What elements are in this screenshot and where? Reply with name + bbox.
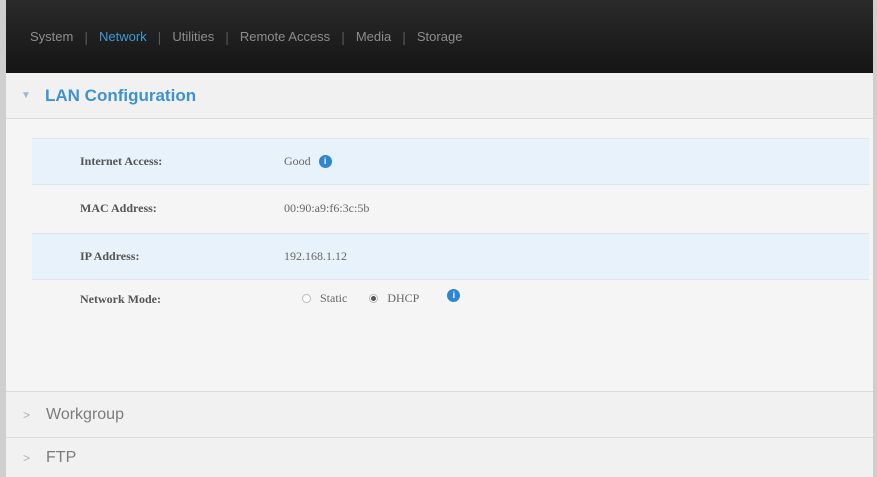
static-radio[interactable] [302,294,311,303]
info-icon[interactable]: i [318,155,332,168]
nav-separator: | [157,28,162,45]
dhcp-label: DHCP [387,291,420,305]
network-mode-row: Network Mode: Static DHCP i [32,279,869,319]
app-frame: System | Network | Utilities | Remote Ac… [0,0,877,477]
nav-separator: | [341,28,345,45]
internet-access-status: Good [284,154,311,168]
nav-item-utilities[interactable]: Utilities [172,29,214,44]
ip-address-value: 192.168.1.12 [284,249,347,263]
nav-separator: | [402,28,406,45]
nav-item-storage[interactable]: Storage [417,29,463,44]
nav-item-system[interactable]: System [30,29,73,44]
chevron-right-icon: > [23,407,31,422]
nav-item-remote-access[interactable]: Remote Access [240,29,330,44]
mac-address-label: MAC Address: [80,201,157,215]
static-radio-option[interactable]: Static [302,291,347,306]
top-nav: System | Network | Utilities | Remote Ac… [6,0,873,73]
network-mode-options: Static DHCP i [302,289,461,306]
lan-configuration-panel: Internet Access: Good i MAC Address: 00:… [6,119,873,391]
section-title: LAN Configuration [45,85,197,105]
section-title: FTP [46,448,77,466]
internet-access-label: Internet Access: [80,154,163,168]
ip-address-label: IP Address: [80,249,140,263]
mac-address-row: MAC Address: 00:90:a9:f6:3c:5b [32,185,869,232]
dhcp-radio[interactable] [369,294,379,303]
nav-item-network[interactable]: Network [99,29,147,44]
nav-item-media[interactable]: Media [356,29,391,44]
ftp-section-header[interactable]: > FTP [6,437,873,477]
section-title: Workgroup [46,405,124,423]
mac-address-value: 00:90:a9:f6:3c:5b [284,201,370,215]
lan-configuration-header[interactable]: ▼ LAN Configuration [6,73,873,119]
chevron-right-icon: > [23,450,31,465]
static-label: Static [320,291,348,305]
internet-access-row: Internet Access: Good i [32,138,869,185]
network-mode-label: Network Mode: [80,291,161,306]
internet-access-value: Good i [284,154,332,169]
dhcp-radio-option[interactable]: DHCP [369,291,419,306]
ip-address-row: IP Address: 192.168.1.12 [32,233,869,280]
info-icon[interactable]: i [447,289,461,302]
nav-separator: | [225,28,229,45]
nav-separator: | [84,28,88,45]
workgroup-section-header[interactable]: > Workgroup [6,391,873,437]
chevron-down-icon: ▼ [21,89,31,101]
